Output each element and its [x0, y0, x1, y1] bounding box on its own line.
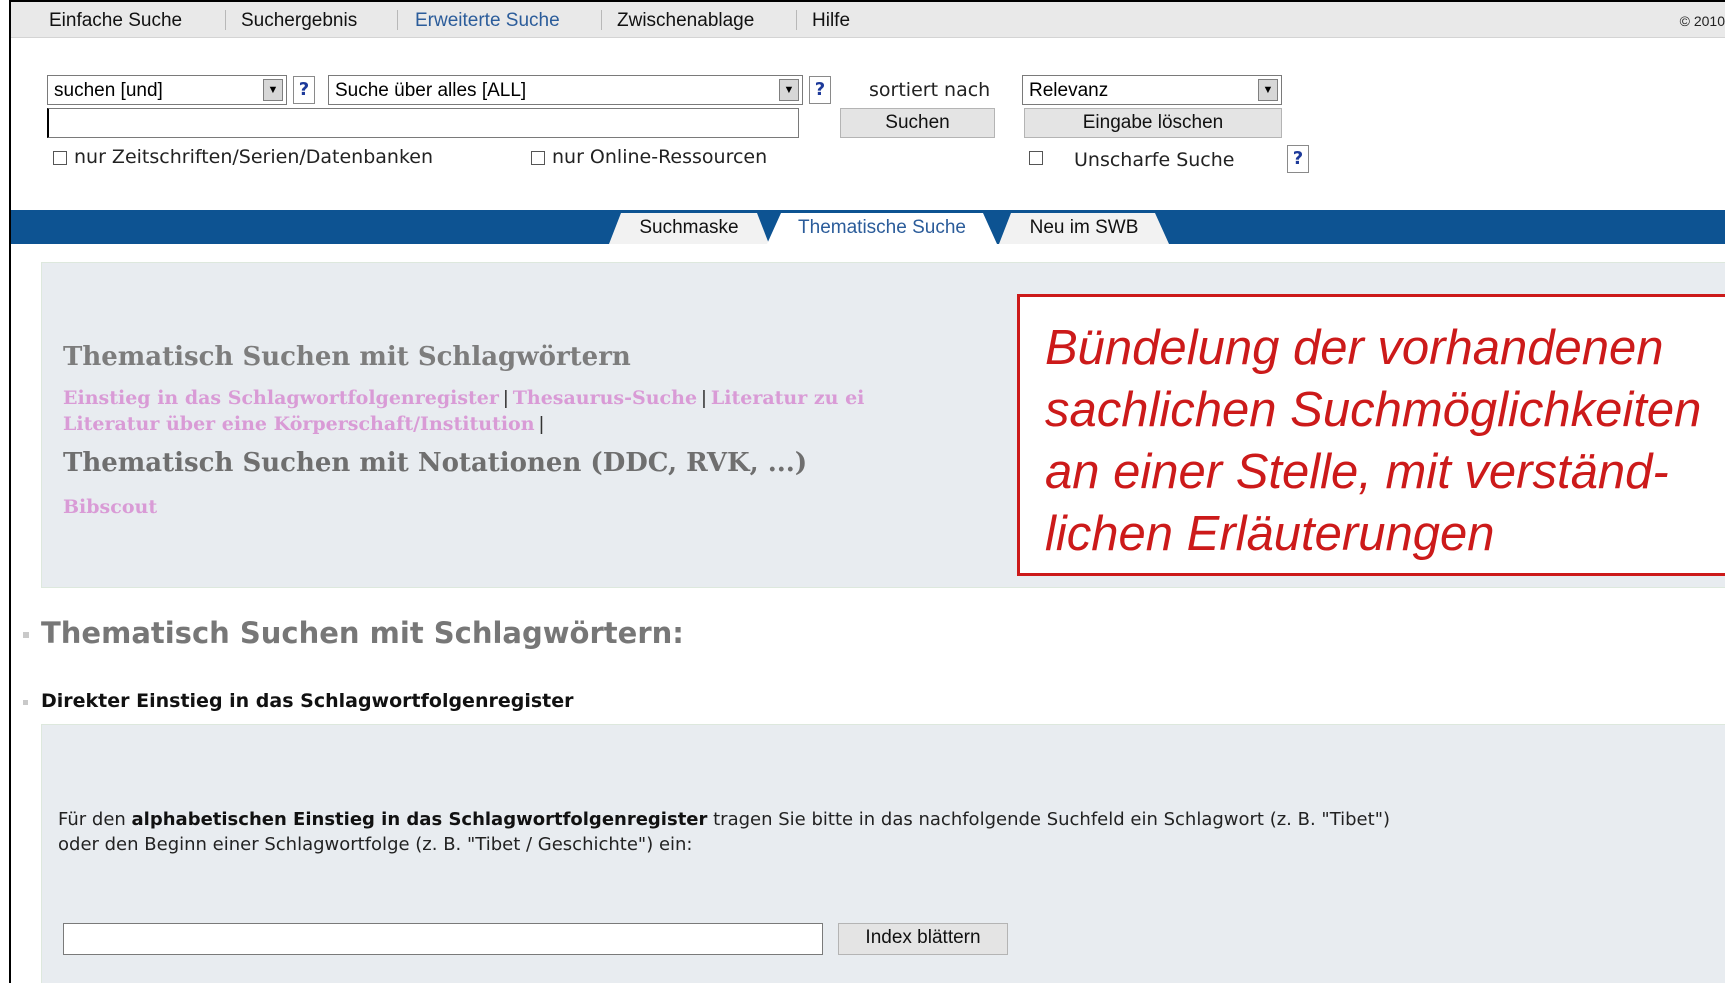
- journals-checkbox-label: nur Zeitschriften/Serien/Datenbanken: [74, 146, 434, 168]
- clear-input-button[interactable]: Eingabe löschen: [1024, 108, 1282, 138]
- link-schlagwortfolgenregister[interactable]: Einstieg in das Schlagwortfolgenregister: [63, 387, 499, 409]
- operator-select[interactable]: suchen [und] ▼: [47, 75, 287, 105]
- field-select[interactable]: Suche über alles [ALL] ▼: [328, 75, 803, 105]
- tab-neu-im-swb-label: Neu im SWB: [1029, 217, 1139, 238]
- browser-page: Einfache Suche Suchergebnis Erweiterte S…: [9, 0, 1725, 983]
- tab-thematische-suche-label: Thematische Suche: [798, 217, 966, 238]
- tab-suchmaske-label: Suchmaske: [639, 217, 739, 238]
- separator: |: [701, 388, 707, 409]
- callout-line: Bündelung der vorhandenen: [1045, 321, 1664, 375]
- online-checkbox[interactable]: [531, 151, 545, 165]
- operator-select-value: suchen [und]: [54, 80, 163, 101]
- panel-links-row-2: Literatur über eine Körperschaft/Institu…: [63, 413, 544, 436]
- callout-line: lichen Erläuterungen: [1045, 507, 1495, 561]
- online-checkbox-label: nur Online-Ressourcen: [552, 146, 768, 168]
- register-search-input[interactable]: [63, 923, 823, 955]
- nav-separator: [397, 10, 398, 30]
- sort-select-value: Relevanz: [1029, 80, 1109, 101]
- separator: |: [538, 414, 544, 435]
- top-navigation: Einfache Suche Suchergebnis Erweiterte S…: [11, 2, 1725, 38]
- chevron-down-icon[interactable]: ▼: [263, 79, 283, 101]
- section-subheading: Direkter Einstieg in das Schlagwortfolge…: [41, 690, 574, 712]
- journals-checkbox[interactable]: [53, 151, 67, 165]
- panel-title-keywords: Thematisch Suchen mit Schlagwörtern: [63, 342, 631, 372]
- nav-separator: [796, 10, 797, 30]
- copyright-text: © 2010: [1679, 13, 1725, 29]
- instruction-text: tragen Sie bitte in das nachfolgende Suc…: [707, 809, 1390, 830]
- separator: |: [503, 388, 509, 409]
- nav-separator: [225, 10, 226, 30]
- sort-select[interactable]: Relevanz ▼: [1022, 75, 1282, 105]
- tab-bar: Suchmaske Thematische Suche Neu im SWB: [11, 210, 1725, 244]
- search-form: suchen [und] ▼ ? Suche über alles [ALL] …: [11, 39, 1725, 207]
- index-browse-button[interactable]: Index blättern: [838, 923, 1008, 955]
- link-bibscout[interactable]: Bibscout: [63, 496, 157, 518]
- annotation-callout: Bündelung der vorhandenen sachlichen Suc…: [1017, 294, 1725, 576]
- nav-suchergebnis[interactable]: Suchergebnis: [241, 10, 357, 32]
- panel-title-notations: Thematisch Suchen mit Notationen (DDC, R…: [63, 448, 808, 478]
- section-heading: Thematisch Suchen mit Schlagwörtern:: [41, 616, 684, 650]
- nav-einfache-suche[interactable]: Einfache Suche: [49, 10, 182, 32]
- fuzzy-search-label: Unscharfe Suche: [1074, 149, 1235, 171]
- search-input[interactable]: [47, 108, 799, 138]
- instruction-bold: alphabetischen Einstieg in das Schlagwor…: [131, 809, 708, 830]
- tab-thematische-suche[interactable]: Thematische Suche: [767, 213, 997, 244]
- instruction-paragraph: Für den alphabetischen Einstieg in das S…: [58, 807, 1725, 857]
- sort-label: sortiert nach: [869, 79, 991, 101]
- chevron-down-icon[interactable]: ▼: [1258, 79, 1278, 101]
- chevron-down-icon[interactable]: ▼: [779, 79, 799, 101]
- help-icon[interactable]: ?: [1287, 145, 1309, 173]
- link-koerperschaft[interactable]: Literatur über eine Körperschaft/Institu…: [63, 413, 535, 435]
- fuzzy-search-checkbox[interactable]: [1029, 151, 1043, 165]
- instruction-text: Für den: [58, 809, 132, 830]
- field-select-value: Suche über alles [ALL]: [335, 80, 527, 101]
- help-icon[interactable]: ?: [293, 76, 315, 104]
- nav-separator: [601, 10, 602, 30]
- instruction-text: oder den Beginn einer Schlagwortfolge (z…: [58, 834, 693, 855]
- nav-erweiterte-suche[interactable]: Erweiterte Suche: [415, 10, 560, 32]
- tab-neu-im-swb[interactable]: Neu im SWB: [999, 213, 1169, 244]
- callout-line: an einer Stelle, mit verständ-: [1045, 445, 1669, 499]
- link-thesaurus-suche[interactable]: Thesaurus-Suche: [513, 387, 697, 409]
- link-literatur-zu[interactable]: Literatur zu ei: [711, 387, 865, 409]
- callout-line: sachlichen Suchmöglichkeiten: [1045, 383, 1702, 437]
- nav-hilfe[interactable]: Hilfe: [812, 10, 850, 32]
- bullet-icon: [23, 700, 28, 705]
- nav-zwischenablage[interactable]: Zwischenablage: [617, 10, 754, 32]
- bullet-icon: [23, 632, 29, 638]
- help-icon[interactable]: ?: [809, 76, 831, 104]
- panel-links-row: Einstieg in das Schlagwortfolgenregister…: [63, 387, 864, 410]
- search-button[interactable]: Suchen: [840, 108, 995, 138]
- tab-suchmaske[interactable]: Suchmaske: [609, 213, 769, 244]
